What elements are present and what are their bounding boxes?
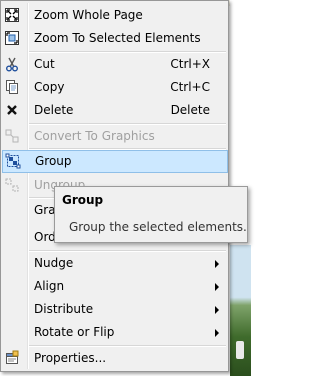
copy-icon bbox=[4, 79, 20, 95]
menu-item-label: Zoom To Selected Elements bbox=[34, 31, 201, 45]
submenu-arrow-icon bbox=[215, 260, 219, 268]
menu-item-label: Group bbox=[35, 154, 72, 168]
menu-item-properties[interactable]: Properties... bbox=[3, 347, 227, 369]
menu-item-label: Delete bbox=[34, 103, 74, 117]
convert-graphics-icon bbox=[4, 128, 20, 144]
menu-item-label: Copy bbox=[34, 80, 65, 94]
menu-item-shortcut: Delete bbox=[170, 103, 210, 117]
submenu-arrow-icon bbox=[215, 283, 219, 291]
scissors-icon bbox=[4, 56, 20, 72]
menu-item-label: Ord bbox=[34, 230, 56, 244]
submenu-arrow-icon bbox=[215, 306, 219, 314]
tooltip-description: Group the selected elements. bbox=[69, 220, 247, 234]
menu-item-label: Align bbox=[34, 279, 65, 293]
menu-item-cut[interactable]: Cut Ctrl+X bbox=[3, 53, 227, 75]
submenu-arrow-icon bbox=[215, 329, 219, 337]
menu-item-zoom-whole-page[interactable]: Zoom Whole Page bbox=[3, 4, 227, 26]
ungroup-icon bbox=[4, 177, 20, 193]
menu-item-align[interactable]: Align bbox=[3, 275, 227, 297]
menu-item-shortcut: Ctrl+X bbox=[170, 57, 210, 71]
properties-icon bbox=[4, 350, 20, 366]
zoom-selected-icon bbox=[4, 30, 20, 46]
menu-item-copy[interactable]: Copy Ctrl+C bbox=[3, 76, 227, 98]
menu-item-convert-to-graphics[interactable]: Convert To Graphics bbox=[3, 125, 227, 147]
tooltip-title: Group bbox=[62, 193, 104, 207]
menu-item-label: Zoom Whole Page bbox=[34, 8, 143, 22]
menu-item-label: Properties... bbox=[34, 351, 107, 365]
menu-item-label: Nudge bbox=[34, 256, 74, 270]
menu-item-group[interactable]: Group bbox=[2, 150, 228, 173]
tooltip: Group Group the selected elements. bbox=[54, 186, 248, 243]
zoom-whole-page-icon bbox=[4, 7, 20, 23]
group-icon bbox=[5, 153, 21, 169]
menu-item-label: Rotate or Flip bbox=[34, 325, 115, 339]
menu-item-nudge[interactable]: Nudge bbox=[3, 252, 227, 274]
menu-item-distribute[interactable]: Distribute bbox=[3, 298, 227, 320]
menu-item-label: Cut bbox=[34, 57, 55, 71]
menu-item-shortcut: Ctrl+C bbox=[170, 80, 210, 94]
menu-item-zoom-selected[interactable]: Zoom To Selected Elements bbox=[3, 27, 227, 49]
delete-x-icon bbox=[4, 102, 20, 118]
menu-item-label: Distribute bbox=[34, 302, 94, 316]
menu-item-label: Convert To Graphics bbox=[34, 129, 155, 143]
menu-item-delete[interactable]: Delete Delete bbox=[3, 99, 227, 121]
background-image bbox=[230, 245, 251, 376]
menu-item-rotate-or-flip[interactable]: Rotate or Flip bbox=[3, 321, 227, 343]
